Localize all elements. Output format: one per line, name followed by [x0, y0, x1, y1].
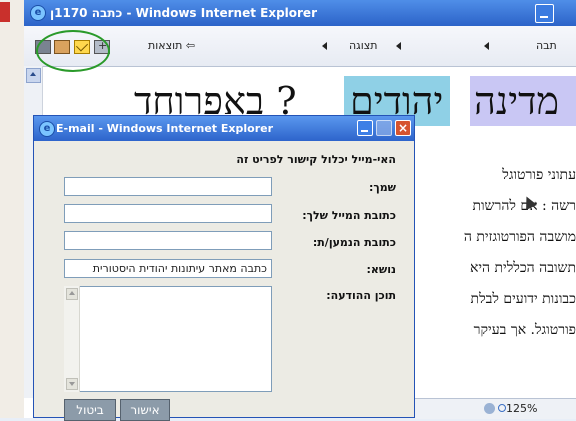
scroll-up-icon[interactable]: [66, 288, 78, 300]
article-line: עתוני פורטוגל: [502, 167, 576, 183]
dialog-body: האי-מייל יכלול קישור לפריט זה שמך: כתובת…: [34, 141, 414, 421]
message-label: תוכן ההודעה:: [326, 289, 396, 302]
dialog-titlebar[interactable]: e E-mail - Windows Internet Explorer ×: [34, 116, 414, 141]
dialog-title: E-mail - Windows Internet Explorer: [56, 122, 274, 135]
recipient-email-label: כתובת הנמען/ת:: [312, 236, 396, 249]
prev-arrow-icon[interactable]: [322, 42, 327, 50]
message-textarea[interactable]: [64, 286, 272, 392]
back-arrow-icon: ⇦: [185, 39, 196, 52]
article-line: מושבה הפורטוגזית ה: [463, 229, 576, 245]
email-dialog: e E-mail - Windows Internet Explorer × ה…: [33, 115, 415, 421]
results-button[interactable]: תוצאות ⇦: [148, 39, 195, 52]
dialog-header: האי-מייל יכלול קישור לפריט זה: [236, 153, 396, 166]
status-bar: 125%: [414, 398, 576, 419]
main-window-title: כתבה 1170ן - Windows Internet Explorer: [50, 6, 317, 20]
sender-email-label: כתובת המייל שלך:: [302, 209, 396, 222]
background-browser-window: [0, 0, 25, 418]
subject-input[interactable]: [64, 259, 272, 278]
dialog-close-button[interactable]: ×: [395, 120, 411, 136]
headline-right: מדינה: [470, 76, 576, 126]
name-label: שמך:: [368, 181, 396, 194]
main-titlebar[interactable]: e כתבה 1170ן - Windows Internet Explorer: [24, 0, 576, 26]
internet-explorer-icon: e: [39, 121, 55, 137]
security-zone-icon[interactable]: [484, 403, 495, 414]
subject-label: נושא:: [366, 263, 396, 276]
view-prev-arrow-icon[interactable]: [396, 42, 401, 50]
minimize-button[interactable]: [535, 4, 554, 23]
view-label[interactable]: תצוגה: [349, 39, 377, 52]
results-label: תוצאות: [148, 39, 183, 52]
article-label[interactable]: תבה: [536, 39, 557, 52]
article-line: פורטוגל. אך בעיקר: [473, 322, 576, 338]
sender-email-input[interactable]: [64, 204, 272, 223]
background-window-edge: [0, 2, 10, 22]
article-line: תשובה הכללית היא: [469, 260, 576, 276]
message-scrollbar[interactable]: [64, 286, 80, 392]
scroll-up-icon[interactable]: [26, 68, 41, 83]
article-line: כבונות ידועים לבלת: [470, 291, 576, 307]
dialog-maximize-button[interactable]: [376, 120, 392, 136]
highlight-circle: [36, 30, 110, 72]
zoom-level[interactable]: 125%: [506, 402, 537, 415]
article-line: רשה : אם להרשות: [472, 198, 576, 214]
article-text: עתוני פורטוגל רשה : אם להרשות מושבה הפור…: [424, 160, 576, 346]
dialog-minimize-button[interactable]: [357, 120, 373, 136]
article-prev-arrow-icon[interactable]: [484, 42, 489, 50]
internet-explorer-icon: e: [30, 5, 46, 21]
scroll-down-icon[interactable]: [66, 378, 78, 390]
name-input[interactable]: [64, 177, 272, 196]
zoom-icon[interactable]: [498, 404, 506, 412]
recipient-email-input[interactable]: [64, 231, 272, 250]
